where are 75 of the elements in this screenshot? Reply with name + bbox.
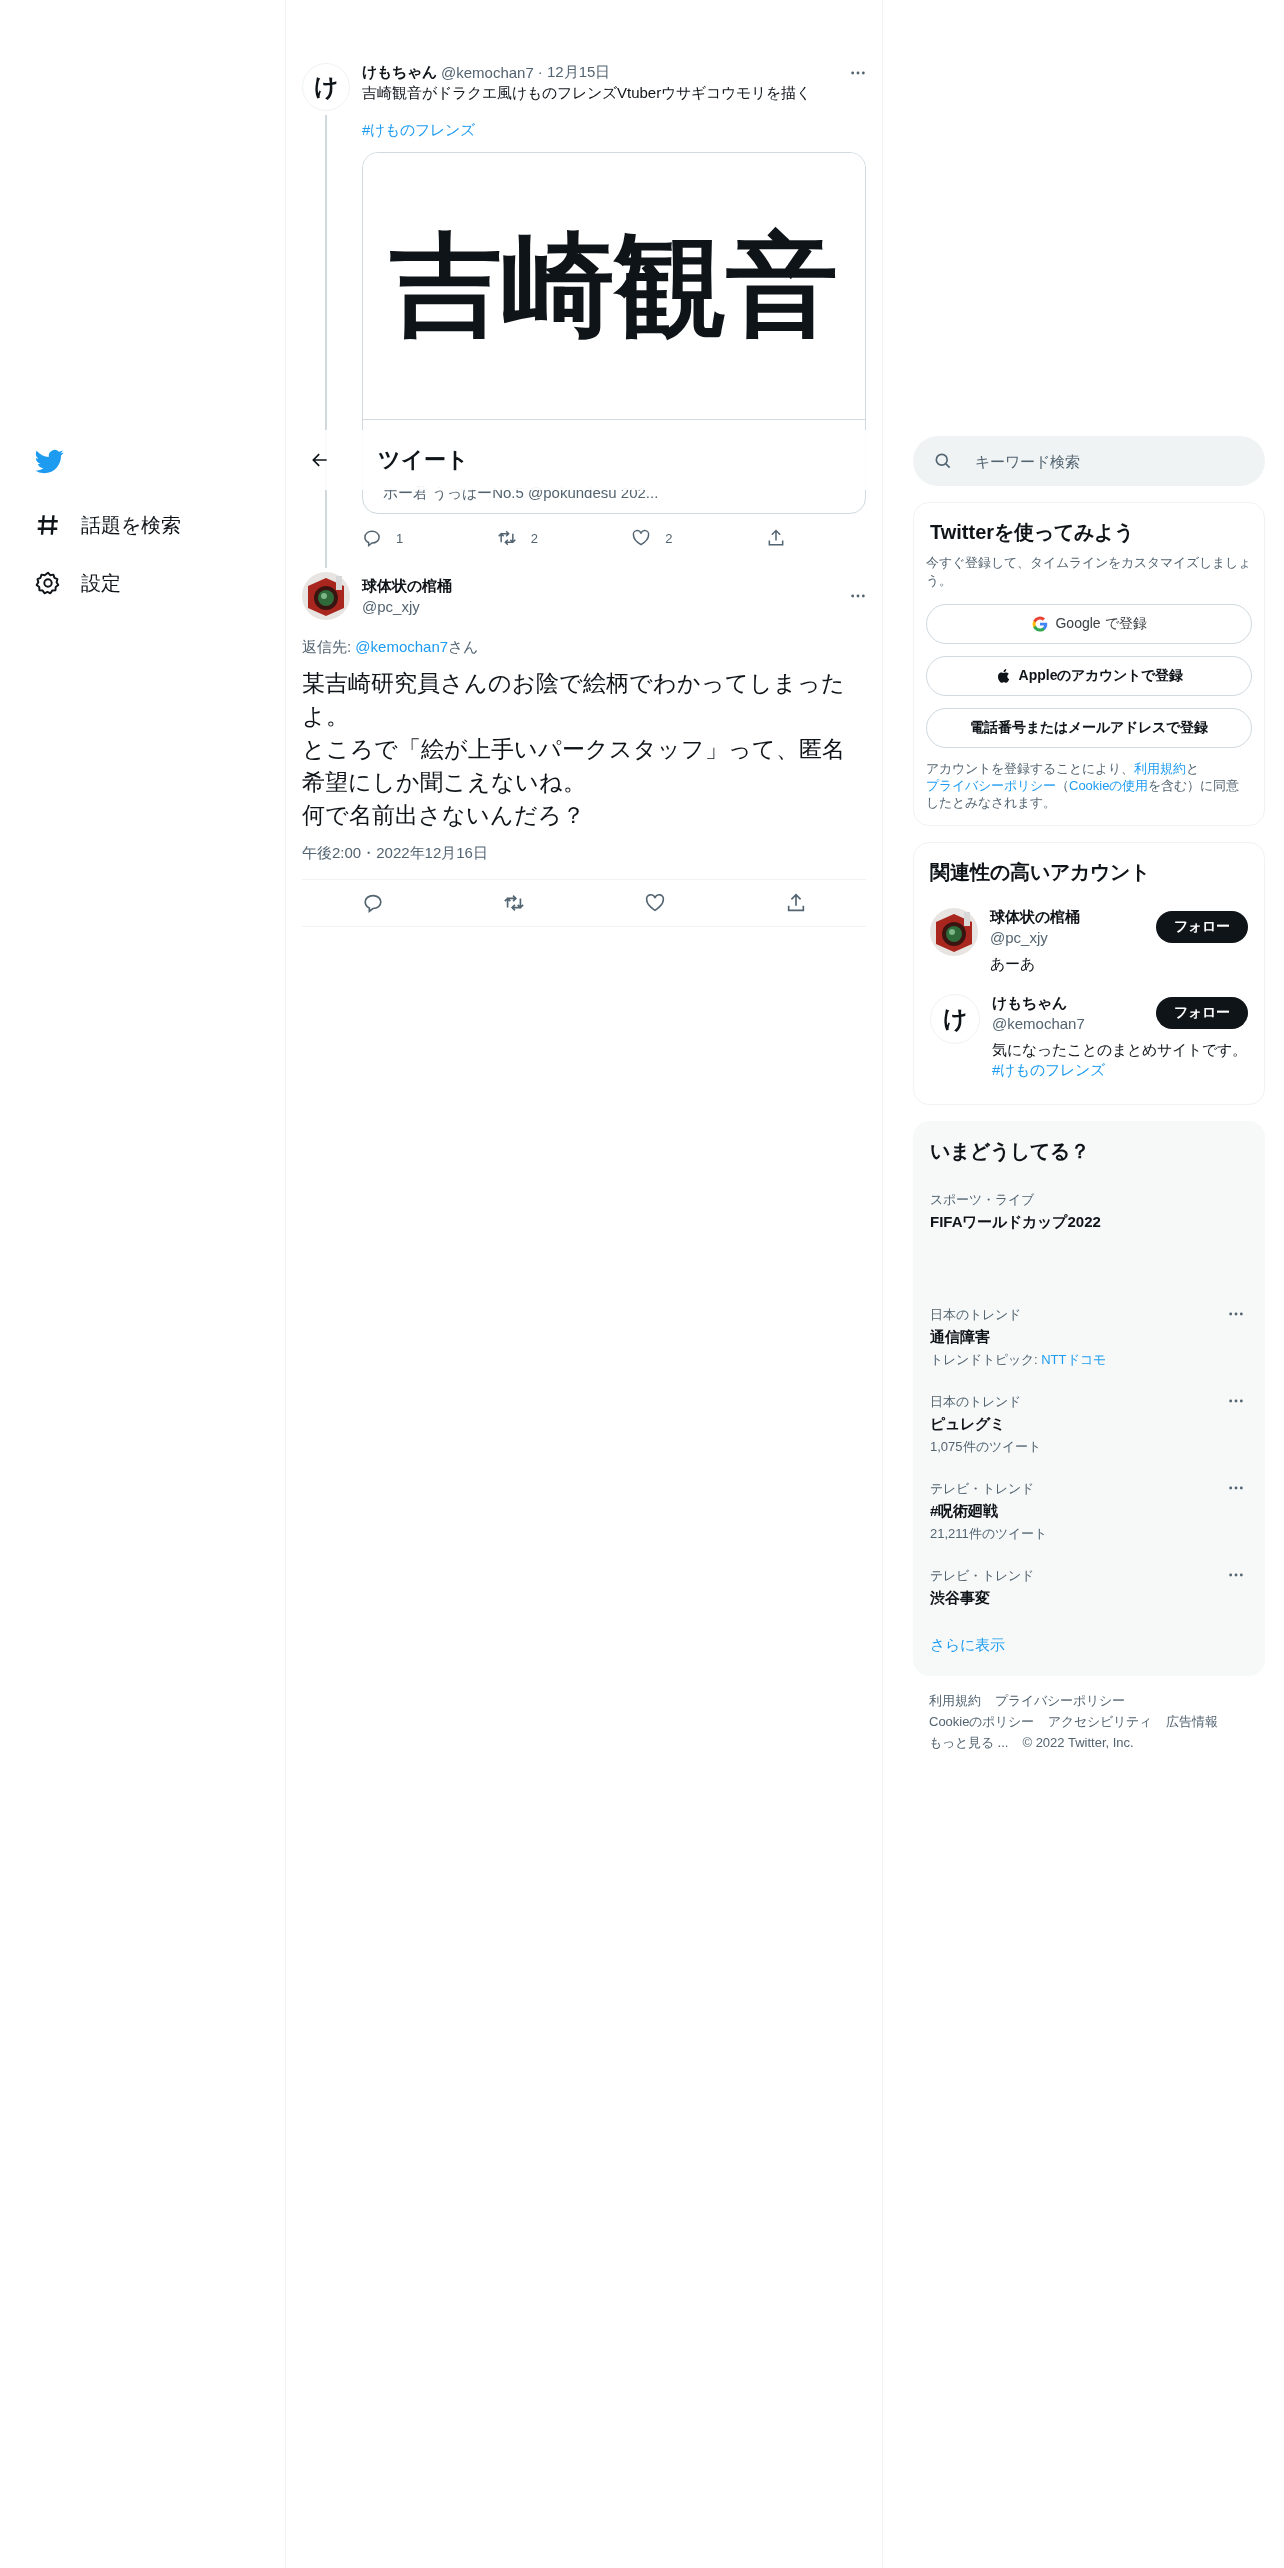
more-icon[interactable] xyxy=(1228,1312,1244,1316)
account-handle[interactable]: @kemochan7 xyxy=(992,1015,1156,1032)
hashtag-icon[interactable] xyxy=(35,512,61,538)
action-count: 1 xyxy=(396,530,404,546)
author-handle: @kemochan7 xyxy=(441,64,534,81)
more-icon[interactable] xyxy=(850,594,866,598)
follow-button[interactable]: フォロー xyxy=(1156,911,1248,943)
signup-button[interactable]: 電話番号またはメールアドレスで登録 xyxy=(926,708,1252,748)
copyright: © 2022 Twitter, Inc. xyxy=(1022,1734,1134,1751)
search-field[interactable]: キーワード検索 xyxy=(913,436,1265,486)
trend-name[interactable]: 通信障害 xyxy=(930,1328,1228,1347)
account-handle[interactable]: @pc_xjy xyxy=(990,929,1156,946)
more-icon[interactable] xyxy=(1228,1486,1244,1490)
tweet-count: 1,075件のツイート xyxy=(930,1438,1042,1456)
footer-link[interactable]: 利用規約 xyxy=(929,1692,981,1709)
nav-link[interactable]: 話題を検索 xyxy=(81,511,181,539)
trend-context: スポーツ・ライブ xyxy=(930,1191,1035,1209)
header-title: ツイート xyxy=(378,446,469,474)
card-description: ホー君 うっはーNo.5 @pokundesu 202... xyxy=(383,484,659,501)
trend-context: テレビ・トレンド xyxy=(930,1480,1035,1498)
tweet-text: 某吉崎研究員さんのお陰で絵柄でわかってしまったよ。 ところで「絵が上手いパークスタッフ」って、匿名希望にしか聞こえないね。 何で名前出さないんだろ？ xyxy=(302,669,846,830)
settings-icon[interactable] xyxy=(35,570,61,596)
footer-link[interactable]: もっと見る ... xyxy=(929,1734,1009,1751)
trend-context: テレビ・トレンド xyxy=(930,1567,1035,1585)
avatar[interactable] xyxy=(302,572,350,620)
author-name[interactable]: 球体状の棺桶 xyxy=(362,577,452,596)
legal-text: アカウントを登録することにより、利用規約 と プライバシーポリシー（Cookieの使用を含む）に同意したとみなされます。 xyxy=(926,760,1241,811)
search-icon xyxy=(933,451,953,471)
account-name[interactable]: けもちゃん xyxy=(992,994,1156,1013)
more-icon[interactable] xyxy=(1228,1399,1244,1403)
avatar[interactable] xyxy=(930,908,978,956)
footer-link[interactable]: プライバシーポリシー xyxy=(995,1692,1125,1709)
author-handle[interactable]: @pc_xjy xyxy=(362,598,452,615)
trend-name[interactable]: ピュレグミ xyxy=(930,1415,1228,1434)
trend-name[interactable]: 渋谷事変 xyxy=(930,1589,1228,1608)
footer-link[interactable]: Cookieのポリシー xyxy=(929,1713,1035,1730)
reply-to-text: 返信先: @kemochan7さん xyxy=(302,638,480,657)
signup-subtitle: 今すぐ登録して、タイムラインをカスタマイズしましょう。 xyxy=(926,554,1252,590)
tweet-date[interactable]: · 12月15日 xyxy=(537,63,611,82)
trend-name[interactable]: FIFAワールドカップ2022 xyxy=(930,1213,1248,1232)
reply-icon[interactable] xyxy=(362,528,382,548)
action-count: 2 xyxy=(530,530,538,546)
card-image: 吉崎観音 xyxy=(363,153,865,420)
account-name[interactable]: 球体状の棺桶 xyxy=(990,908,1156,927)
account-bio: 気になったことのまとめサイトです。 #けものフレンズ xyxy=(992,1040,1248,1080)
card-title: Twitterを使ってみよう xyxy=(929,520,1136,545)
heart-icon[interactable] xyxy=(631,528,652,548)
trend-name[interactable]: #呪術廻戦 xyxy=(930,1502,1228,1521)
action-count: 2 xyxy=(665,530,673,546)
trend-context: 日本のトレンド xyxy=(930,1306,1022,1324)
trend-context: 日本のトレンド xyxy=(930,1393,1022,1411)
tweet-text: 吉崎観音がドラクエ風けものフレンズVtuberウサギコウモリを描く xyxy=(362,84,813,103)
signup-button[interactable]: Google で登録 xyxy=(926,604,1252,644)
retweet-icon[interactable] xyxy=(502,892,525,914)
account-bio: あーあ xyxy=(990,954,1036,974)
bird-logo-icon[interactable] xyxy=(35,447,64,476)
avatar[interactable]: け xyxy=(930,994,980,1044)
follow-button[interactable]: フォロー xyxy=(1156,997,1248,1029)
trend-topic: トレンドトピック: NTTドコモ xyxy=(930,1351,1107,1369)
tweet-count: 21,211件のツイート xyxy=(930,1525,1048,1543)
tweet-timestamp[interactable]: 午後2:00・2022年12月16日 xyxy=(302,844,866,880)
more-icon[interactable] xyxy=(1228,1573,1244,1577)
nav-link[interactable]: 設定 xyxy=(81,569,121,597)
card-title: 関連性の高いアカウント xyxy=(929,860,1151,885)
signup-button[interactable]: Appleのアカウントで登録 xyxy=(926,656,1252,696)
footer-link[interactable]: アクセシビリティ xyxy=(1048,1713,1153,1730)
avatar[interactable]: け xyxy=(302,63,350,111)
author-name[interactable]: けもちゃん xyxy=(362,63,437,82)
footer-link[interactable]: 広告情報 xyxy=(1166,1713,1219,1730)
card-title: いまどうしてる？ xyxy=(930,1139,1091,1164)
retweet-icon[interactable] xyxy=(496,528,517,548)
more-icon[interactable] xyxy=(850,70,866,75)
google-logo-icon xyxy=(1031,615,1050,633)
heart-icon[interactable] xyxy=(643,892,666,914)
reply-icon[interactable] xyxy=(361,892,384,914)
